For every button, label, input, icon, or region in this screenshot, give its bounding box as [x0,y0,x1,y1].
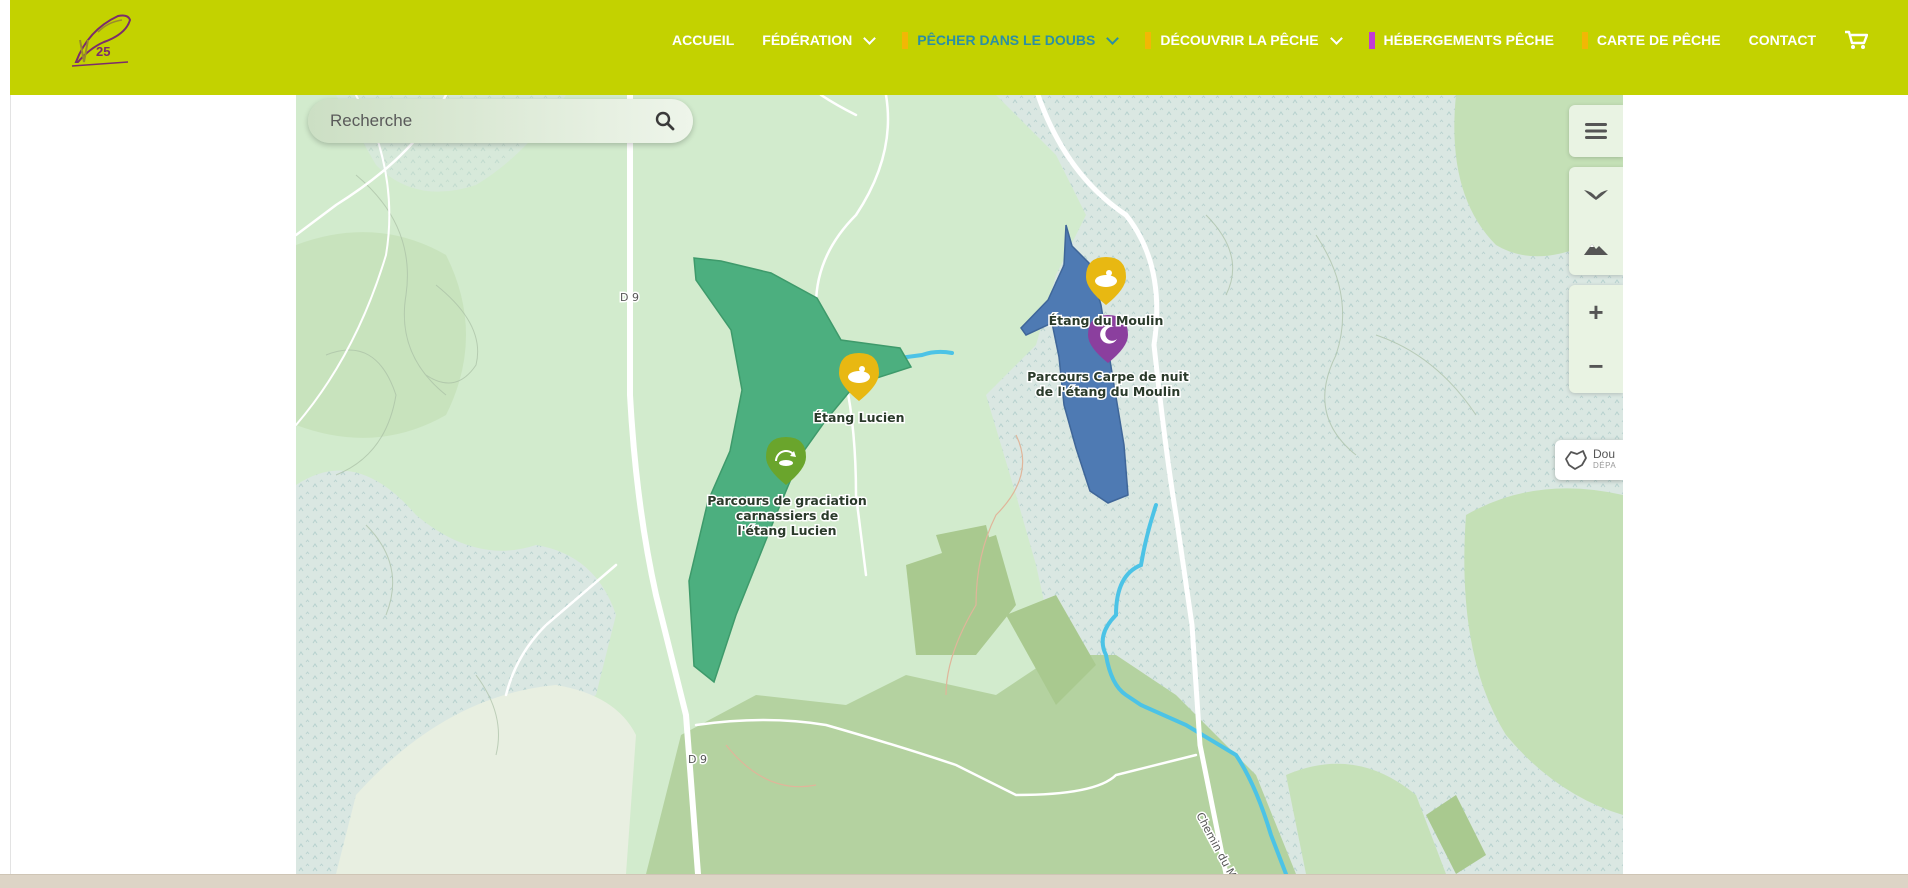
department-label: Dou [1593,447,1616,461]
cart-icon[interactable] [1844,30,1868,50]
nav-color-bar [1581,31,1588,49]
svg-text:25: 25 [96,44,110,59]
road-label-d9: D 9 [620,291,639,304]
forest-patch [296,232,466,438]
top-navbar: 25 ACCUEIL FÉDÉRATION PÊCHER DANS LE DOU… [10,0,1908,95]
label-etang-du-moulin: Étang du Moulin [1049,313,1164,328]
label-parcours-graciation-line2: carnassiers de [736,508,838,523]
nav-accueil[interactable]: ACCUEIL [672,32,734,48]
nav-carte-de-peche[interactable]: CARTE DE PÊCHE [1581,31,1721,49]
main-menu: ACCUEIL FÉDÉRATION PÊCHER DANS LE DOUBS … [672,30,1868,50]
woodland-zone [936,525,996,565]
nav-color-bar [1368,31,1375,49]
department-selector[interactable]: Dou DÉPA [1555,440,1623,480]
search-icon[interactable] [655,111,675,131]
road-label-d9: D 9 [688,753,707,766]
left-edge-strip [0,0,11,887]
terrain-view-button[interactable] [1569,223,1623,273]
zoom-in-button[interactable]: + [1569,287,1623,337]
search-input[interactable]: Recherche [330,111,655,131]
label-parcours-carpe-line2: de l'étang du Moulin [1036,384,1181,399]
nav-federation[interactable]: FÉDÉRATION [762,31,877,48]
chevron-down-icon [1106,31,1120,45]
bird-view-button[interactable] [1569,169,1623,219]
nav-color-bar [902,31,909,49]
department-sublabel: DÉPA [1593,461,1617,470]
label-etang-lucien: Étang Lucien [813,410,904,425]
nav-color-bar [1145,31,1152,49]
map-canvas[interactable]: Étang du Moulin Étang Lucien Parcours de… [296,95,1623,874]
department-outline-icon [1565,450,1587,470]
bird-view-icon [1584,190,1608,200]
map-menu-control [1569,105,1623,157]
zoom-out-button[interactable]: − [1569,341,1623,391]
browser-bottom-strip [0,874,1908,888]
map-view-controls [1569,167,1623,275]
chevron-down-icon [1329,31,1343,45]
federation-logo[interactable]: 25 [68,10,136,70]
nav-hebergements-peche[interactable]: HÉBERGEMENTS PÊCHE [1368,31,1554,49]
map-viewport[interactable]: Étang du Moulin Étang Lucien Parcours de… [296,95,1623,874]
fish-logo-icon: 25 [71,14,132,67]
chevron-down-icon [863,31,877,45]
nav-decouvrir-la-peche[interactable]: DÉCOUVRIR LA PÊCHE [1145,31,1343,49]
zoom-controls: + − [1569,285,1623,393]
menu-button[interactable] [1569,106,1623,156]
mountain-icon [1584,244,1608,255]
label-parcours-graciation-line1: Parcours de graciation [707,493,866,508]
label-parcours-carpe-line1: Parcours Carpe de nuit [1027,369,1189,384]
nav-pecher-dans-le-doubs[interactable]: PÊCHER DANS LE DOUBS [902,31,1120,49]
label-parcours-graciation-line3: l'étang Lucien [737,523,836,538]
hamburger-icon [1585,123,1607,139]
map-search-bar[interactable]: Recherche [308,99,693,143]
nav-contact[interactable]: CONTACT [1749,32,1816,48]
